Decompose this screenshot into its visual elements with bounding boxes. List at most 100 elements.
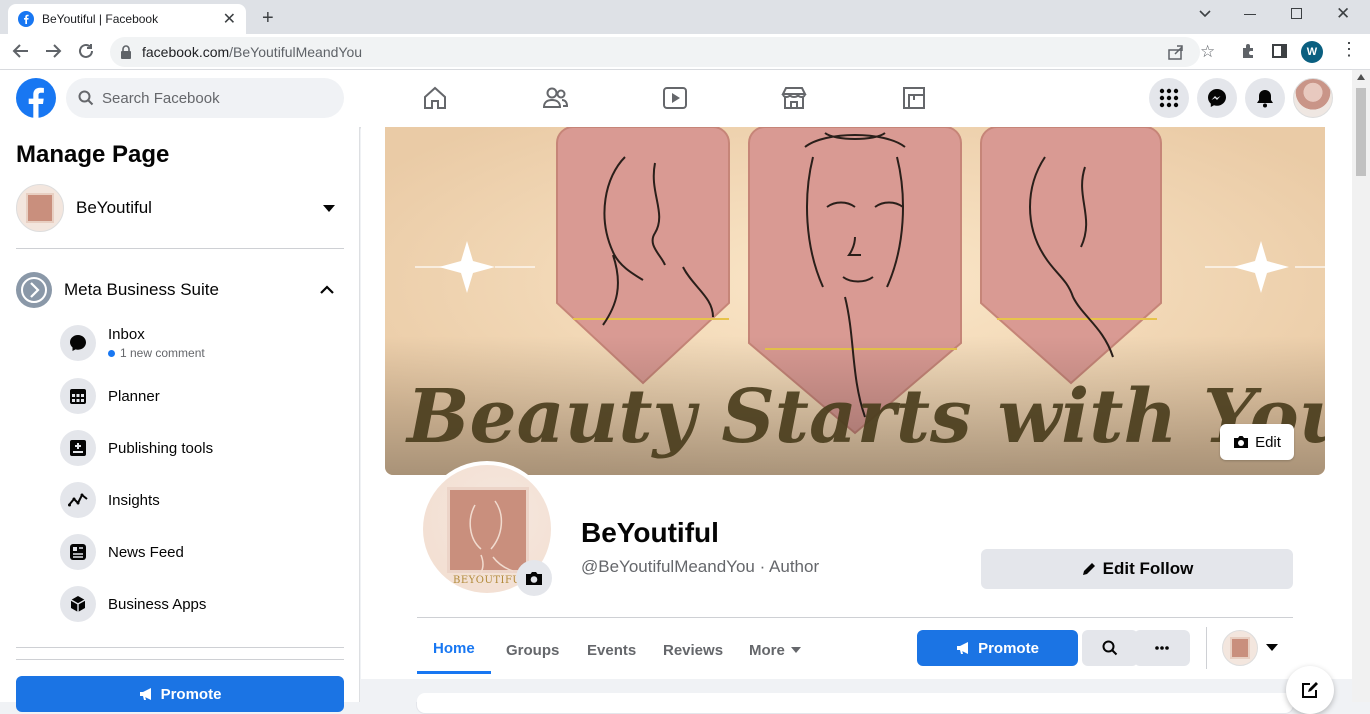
- sidebar-item-label: Business Apps: [108, 595, 207, 613]
- sidebar-item-label: Publishing tools: [108, 439, 214, 457]
- watch-icon[interactable]: [645, 78, 705, 118]
- sidebar-item-label: Insights: [108, 491, 160, 509]
- notifications-icon[interactable]: [1245, 78, 1285, 118]
- tab-home[interactable]: Home: [417, 626, 491, 674]
- forward-icon[interactable]: [44, 42, 62, 60]
- cover-tagline: Beauty Starts with Yourself: [405, 374, 1325, 460]
- sidepanel-icon[interactable]: [1272, 44, 1287, 58]
- page-main: Beauty Starts with Yourself Edit BEYOUTI…: [361, 127, 1352, 714]
- extensions-icon[interactable]: [1240, 43, 1256, 59]
- page-handle: @BeYoutifulMeandYou · Author: [581, 557, 820, 576]
- tab-label: Events: [587, 641, 637, 659]
- meta-business-suite-icon: [16, 272, 52, 308]
- url-path: /BeYoutifulMeandYou: [229, 44, 363, 60]
- cover-photo: Beauty Starts with Yourself Edit: [385, 127, 1325, 475]
- inbox-subtext: 1 new comment: [120, 346, 205, 360]
- divider: [417, 617, 1293, 618]
- camera-icon: [1233, 435, 1249, 449]
- sidebar-promote-button[interactable]: Promote: [16, 676, 344, 712]
- profile-icon[interactable]: W: [1301, 41, 1323, 63]
- caret-down-icon[interactable]: [322, 203, 336, 213]
- tab-label: Reviews: [663, 641, 724, 659]
- facebook-favicon: [18, 11, 34, 27]
- more-options-button[interactable]: [1134, 630, 1190, 666]
- scrollbar-thumb[interactable]: [1356, 88, 1366, 176]
- page-voice-switcher[interactable]: [1222, 630, 1282, 666]
- feed-card: [417, 693, 1293, 705]
- menu-grid-icon[interactable]: [1149, 78, 1189, 118]
- menu-icon[interactable]: ⋮: [1340, 40, 1358, 58]
- page-switcher[interactable]: BeYoutiful: [16, 184, 344, 232]
- address-bar-row: facebook.com/BeYoutifulMeandYou ☆ W ⋮: [0, 34, 1370, 70]
- chevron-up-icon[interactable]: [320, 285, 334, 295]
- page-search-button[interactable]: [1082, 630, 1138, 666]
- page-name: BeYoutiful: [76, 198, 152, 217]
- promote-label: Promote: [978, 639, 1039, 657]
- tab-groups[interactable]: Groups: [506, 630, 559, 670]
- url-text: facebook.com/BeYoutifulMeandYou: [142, 44, 362, 60]
- meta-business-suite-header[interactable]: Meta Business Suite: [16, 272, 344, 308]
- promote-button[interactable]: Promote: [917, 630, 1078, 666]
- gaming-icon[interactable]: [884, 78, 944, 118]
- camera-icon: [525, 570, 543, 586]
- page-scrollbar[interactable]: [1352, 70, 1370, 702]
- unread-dot: [108, 349, 115, 357]
- sidebar-title: Manage Page: [16, 141, 170, 168]
- minimize-icon[interactable]: [1244, 14, 1256, 15]
- reload-icon[interactable]: [77, 42, 95, 60]
- tab-search-icon[interactable]: [1198, 6, 1212, 20]
- divider: [1206, 627, 1207, 669]
- tab-more[interactable]: More: [749, 630, 801, 670]
- close-icon[interactable]: ✕: [223, 9, 236, 29]
- edit-follow-button[interactable]: Edit Follow: [981, 549, 1293, 589]
- lock-icon[interactable]: [120, 45, 132, 59]
- manage-page-sidebar: Manage Page BeYoutiful Meta Business Sui…: [0, 127, 360, 712]
- back-icon[interactable]: [12, 42, 30, 60]
- home-icon[interactable]: [405, 78, 465, 118]
- browser-tab[interactable]: BeYoutiful | Facebook ✕: [8, 4, 246, 34]
- plus-icon[interactable]: +: [262, 7, 274, 30]
- chat-icon: [60, 325, 96, 361]
- publishing-icon: [60, 430, 96, 466]
- tab-events[interactable]: Events: [587, 630, 636, 670]
- tab-reviews[interactable]: Reviews: [663, 630, 723, 670]
- tab-title: BeYoutiful | Facebook: [42, 12, 159, 26]
- window-close-icon[interactable]: ✕: [1336, 4, 1350, 24]
- ellipsis-icon: [1155, 646, 1169, 650]
- account-avatar[interactable]: [1293, 78, 1333, 118]
- sidebar-item-inbox[interactable]: Inbox 1 new comment: [60, 323, 205, 363]
- omnibox[interactable]: facebook.com/BeYoutifulMeandYou ☆: [110, 37, 1215, 67]
- search-box[interactable]: Search Facebook: [66, 78, 344, 118]
- tab-label: Groups: [506, 641, 560, 659]
- sidebar-item-insights[interactable]: Insights: [60, 480, 160, 520]
- sidebar-item-planner[interactable]: Planner: [60, 376, 160, 416]
- search-placeholder: Search Facebook: [102, 89, 220, 107]
- messenger-icon[interactable]: [1197, 78, 1237, 118]
- cover-edit-button[interactable]: Edit: [1220, 424, 1294, 460]
- calendar-icon: [60, 378, 96, 414]
- sidebar-item-publishing-tools[interactable]: Publishing tools: [60, 428, 213, 468]
- facebook-header: Search Facebook: [0, 70, 1352, 127]
- scroll-up-icon[interactable]: [1357, 74, 1365, 80]
- page-avatar: [16, 184, 64, 232]
- pencil-icon: [1081, 561, 1097, 577]
- sidebar-item-news-feed[interactable]: News Feed: [60, 532, 184, 572]
- facebook-logo[interactable]: [16, 78, 56, 118]
- star-icon[interactable]: ☆: [1200, 42, 1215, 62]
- meta-business-suite-label: Meta Business Suite: [64, 280, 219, 299]
- search-icon: [1102, 640, 1118, 656]
- sidebar-item-business-apps[interactable]: Business Apps: [60, 584, 206, 624]
- sidebar-item-label: News Feed: [108, 543, 184, 561]
- share-icon[interactable]: [1168, 44, 1184, 60]
- profile-camera-button[interactable]: [516, 560, 552, 596]
- marketplace-icon[interactable]: [764, 78, 824, 118]
- caret-down-icon: [790, 646, 801, 654]
- search-icon: [78, 90, 94, 106]
- tab-label: More: [749, 641, 785, 659]
- divider: [16, 248, 344, 249]
- friends-icon[interactable]: [525, 78, 585, 118]
- newsfeed-icon: [60, 534, 96, 570]
- restore-icon[interactable]: [1291, 8, 1302, 19]
- caret-down-icon: [1266, 644, 1278, 652]
- compose-message-button[interactable]: [1286, 666, 1334, 714]
